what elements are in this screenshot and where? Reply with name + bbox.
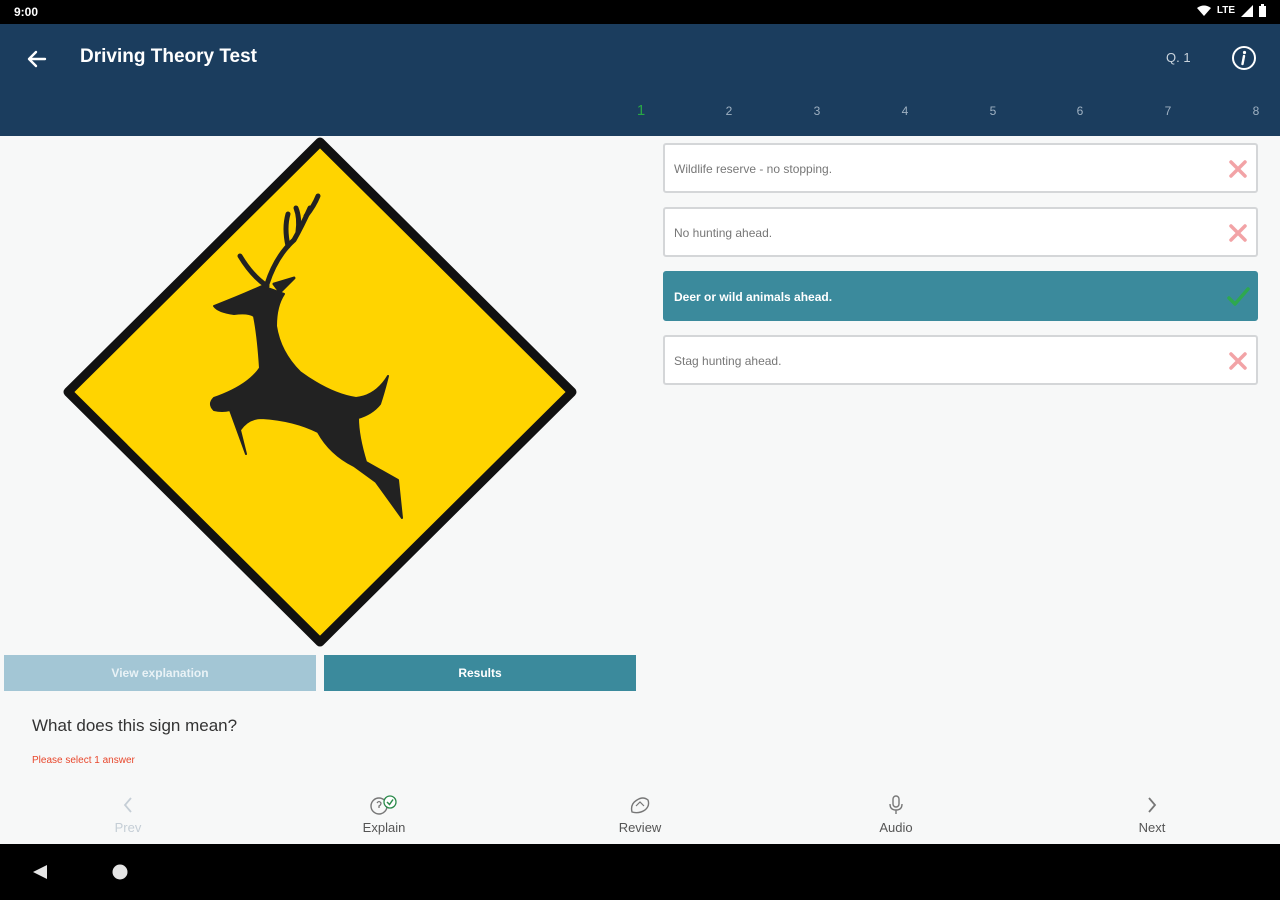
- chevron-right-icon: [1148, 797, 1157, 813]
- status-bar: 9:00 LTE: [0, 0, 1280, 24]
- cross-icon: [1229, 352, 1247, 370]
- microphone-icon: [889, 795, 903, 814]
- question-tabs: 1 2 3 4 5 6 7 8: [637, 102, 1280, 128]
- question-number: Q. 1: [1166, 50, 1191, 65]
- status-icons: LTE: [1196, 4, 1266, 17]
- app-bar: Driving Theory Test Q. 1 1 2 3 4 5 6 7 8: [0, 24, 1280, 136]
- answer-option[interactable]: Stag hunting ahead.: [663, 335, 1258, 385]
- network-label: LTE: [1216, 5, 1235, 16]
- prev-button[interactable]: Prev: [68, 790, 188, 835]
- audio-button[interactable]: Audio: [836, 790, 956, 835]
- next-button[interactable]: Next: [1092, 790, 1212, 835]
- wifi-icon: [1196, 5, 1211, 16]
- app-title: Driving Theory Test: [80, 46, 258, 67]
- tab-3[interactable]: 3: [807, 104, 827, 118]
- info-icon: [1232, 46, 1256, 70]
- cross-icon: [1229, 160, 1247, 178]
- signal-icon: [1241, 4, 1253, 17]
- answer-text: Wildlife reserve - no stopping.: [674, 162, 833, 176]
- chevron-left-icon: [123, 797, 132, 813]
- tab-7[interactable]: 7: [1158, 104, 1178, 118]
- tab-1[interactable]: 1: [631, 102, 651, 119]
- selection-hint: Please select 1 answer: [32, 755, 135, 766]
- explain-button[interactable]: Explain: [324, 790, 444, 835]
- tab-2[interactable]: 2: [719, 104, 739, 118]
- answer-text: No hunting ahead.: [674, 226, 773, 240]
- view-explanation-button[interactable]: View explanation: [4, 655, 316, 691]
- tab-4[interactable]: 4: [895, 104, 915, 118]
- tab-6[interactable]: 6: [1070, 104, 1090, 118]
- status-time: 9:00: [14, 5, 39, 19]
- arrow-left-icon: [27, 50, 47, 68]
- answer-option-correct[interactable]: Deer or wild animals ahead.: [663, 271, 1258, 321]
- answer-text: Stag hunting ahead.: [674, 354, 782, 368]
- answer-option[interactable]: No hunting ahead.: [663, 207, 1258, 257]
- prev-label: Prev: [114, 820, 142, 835]
- audio-label: Audio: [879, 820, 913, 835]
- review-button[interactable]: Review: [580, 790, 700, 835]
- tab-5[interactable]: 5: [983, 104, 1003, 118]
- explain-icon: [370, 795, 397, 815]
- bottom-navigation: Prev Explain Review Audio Next: [0, 790, 1280, 844]
- tab-8[interactable]: 8: [1246, 104, 1266, 118]
- deer-crossing-sign: [62, 136, 578, 648]
- answer-option[interactable]: Wildlife reserve - no stopping.: [663, 143, 1258, 193]
- review-icon: [630, 797, 650, 814]
- results-button[interactable]: Results: [324, 655, 636, 691]
- back-button[interactable]: [22, 44, 52, 74]
- system-home-icon[interactable]: [112, 864, 128, 880]
- review-label: Review: [618, 820, 662, 835]
- cross-icon: [1229, 224, 1247, 242]
- battery-icon: [1259, 4, 1266, 17]
- system-back-icon[interactable]: [32, 864, 48, 880]
- info-button[interactable]: [1230, 44, 1258, 72]
- system-navigation-bar: [0, 844, 1280, 900]
- question-text: What does this sign mean?: [32, 716, 238, 735]
- next-label: Next: [1138, 820, 1166, 835]
- checkmark-icon: [1227, 287, 1250, 306]
- answer-text: Deer or wild animals ahead.: [674, 290, 833, 304]
- explain-label: Explain: [362, 820, 406, 835]
